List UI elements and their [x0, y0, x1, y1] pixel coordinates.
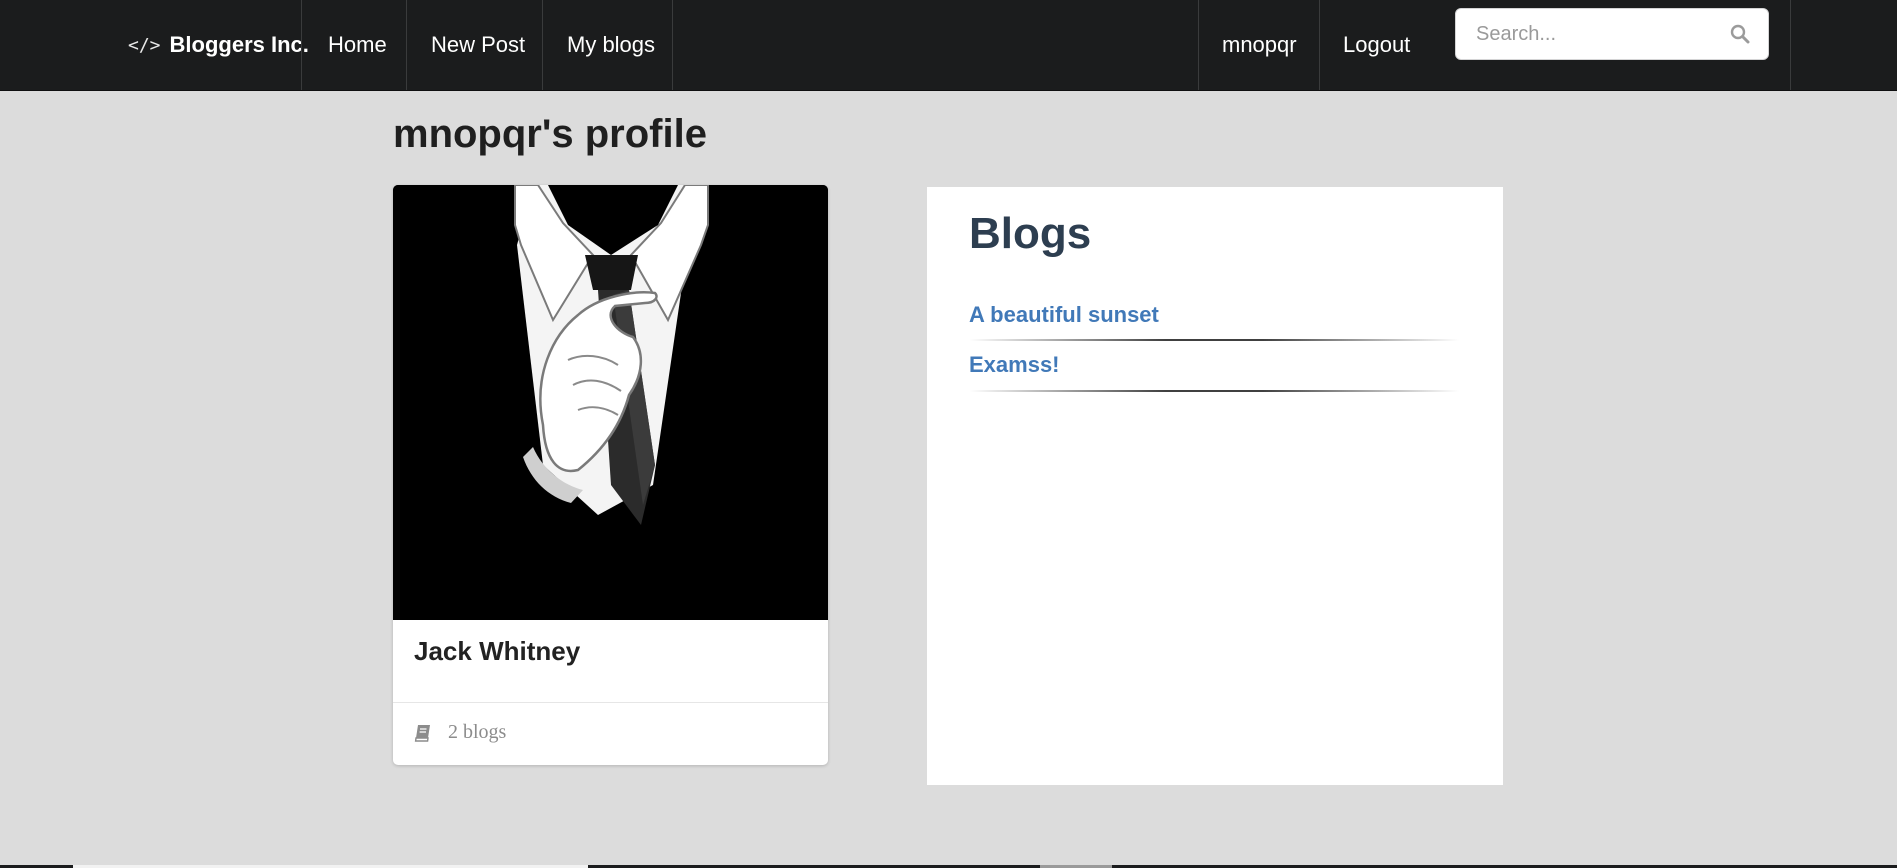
profile-card: Jack Whitney 2 blogs: [393, 185, 828, 765]
blog-link-examss[interactable]: Examss!: [969, 352, 1060, 378]
book-icon: [414, 724, 430, 742]
nav-divider: [1198, 0, 1199, 90]
code-icon: </>: [128, 34, 161, 56]
nav-divider: [1319, 0, 1320, 90]
nav-logout[interactable]: Logout: [1343, 0, 1410, 90]
blogs-panel: Blogs A beautiful sunset Examss!: [927, 187, 1503, 785]
page-title: mnopqr's profile: [393, 112, 707, 156]
suit-illustration: [393, 185, 828, 620]
nav-divider: [406, 0, 407, 90]
nav-divider: [301, 0, 302, 90]
profile-name: Jack Whitney: [414, 636, 581, 666]
nav-home[interactable]: Home: [328, 0, 387, 90]
nav-new-post[interactable]: New Post: [431, 0, 525, 90]
blog-count-label: 2 blogs: [448, 721, 507, 743]
search-input[interactable]: [1456, 9, 1711, 59]
card-divider: [393, 702, 828, 703]
blog-link-beautiful-sunset[interactable]: A beautiful sunset: [969, 302, 1159, 328]
brand-link[interactable]: </> Bloggers Inc.: [128, 0, 309, 90]
search-box: [1455, 8, 1769, 60]
blog-divider: [969, 339, 1459, 341]
nav-my-blogs[interactable]: My blogs: [567, 0, 655, 90]
search-icon[interactable]: [1730, 24, 1750, 44]
nav-divider: [542, 0, 543, 90]
blogs-heading: Blogs: [969, 209, 1092, 258]
nav-divider: [1790, 0, 1791, 90]
blog-count: 2 blogs: [414, 721, 506, 744]
avatar: [393, 185, 828, 620]
nav-divider: [672, 0, 673, 90]
nav-user-profile[interactable]: mnopqr: [1222, 0, 1297, 90]
brand-label: Bloggers Inc.: [169, 32, 309, 57]
blog-divider: [969, 390, 1459, 392]
top-navbar: </> Bloggers Inc. Home New Post My blogs…: [0, 0, 1897, 91]
